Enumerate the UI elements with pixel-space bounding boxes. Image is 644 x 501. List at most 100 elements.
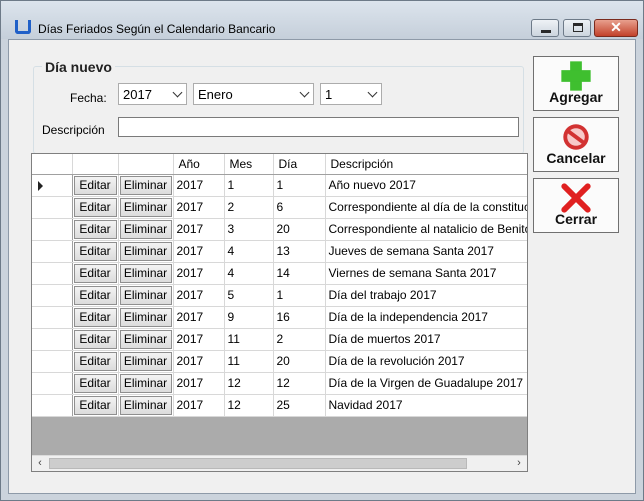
month-cell[interactable]: 2 — [224, 196, 274, 219]
scrollbar-thumb[interactable] — [49, 458, 467, 469]
month-cell[interactable]: 11 — [224, 350, 274, 373]
table-row[interactable]: Editar Eliminar 2017 1 1 Año nuevo 2017 — [32, 174, 527, 197]
table-row[interactable]: Editar Eliminar 2017 5 1 Día del trabajo 2017 — [32, 284, 527, 307]
scroll-left-icon[interactable]: ‹ — [32, 456, 48, 471]
month-cell[interactable]: 1 — [224, 174, 274, 197]
table-row[interactable]: Editar Eliminar 2017 12 12 Día de la Virgen d… — [32, 372, 527, 395]
edit-button[interactable]: Editar — [73, 175, 117, 195]
maximize-button[interactable] — [563, 19, 591, 37]
day-cell[interactable]: 20 — [273, 350, 326, 373]
year-cell[interactable]: 2017 — [173, 240, 225, 263]
day-cell[interactable]: 13 — [273, 240, 326, 263]
row-header[interactable] — [32, 372, 73, 395]
row-header[interactable] — [32, 328, 73, 351]
column-header-year[interactable]: Año — [173, 154, 225, 175]
day-cell[interactable]: 25 — [273, 394, 326, 417]
agregar-button[interactable]: Agregar — [533, 56, 619, 111]
description-cell[interactable]: Año nuevo 2017 — [325, 174, 527, 197]
column-header-delete[interactable] — [118, 154, 174, 175]
year-cell[interactable]: 2017 — [173, 328, 225, 351]
month-cell[interactable]: 5 — [224, 284, 274, 307]
delete-button[interactable]: Eliminar — [119, 219, 172, 239]
holidays-grid[interactable]: Año Mes Día Descripción Editar Eliminar 20… — [31, 153, 528, 472]
description-cell[interactable]: Día de la Virgen de Guadalupe 2017 — [325, 372, 527, 395]
description-cell[interactable]: Navidad 2017 — [325, 394, 527, 417]
day-cell[interactable]: 20 — [273, 218, 326, 241]
delete-button[interactable]: Eliminar — [119, 263, 172, 283]
month-cell[interactable]: 12 — [224, 372, 274, 395]
description-cell[interactable]: Correspondiente al natalicio de Benito J… — [325, 218, 527, 241]
day-cell[interactable]: 14 — [273, 262, 326, 285]
year-cell[interactable]: 2017 — [173, 306, 225, 329]
day-cell[interactable]: 16 — [273, 306, 326, 329]
table-row[interactable]: Editar Eliminar 2017 11 2 Día de muertos 2017 — [32, 328, 527, 351]
table-row[interactable]: Editar Eliminar 2017 4 14 Viernes de semana S… — [32, 262, 527, 285]
edit-button[interactable]: Editar — [73, 329, 117, 349]
row-header[interactable] — [32, 240, 73, 263]
description-cell[interactable]: Día de la revolución 2017 — [325, 350, 527, 373]
cerrar-button[interactable]: Cerrar — [533, 178, 619, 233]
table-row[interactable]: Editar Eliminar 2017 4 13 Jueves de semana Sa… — [32, 240, 527, 263]
month-cell[interactable]: 9 — [224, 306, 274, 329]
month-select[interactable]: Enero — [193, 83, 314, 105]
year-select[interactable]: 2017 — [118, 83, 187, 105]
row-header[interactable] — [32, 218, 73, 241]
year-cell[interactable]: 2017 — [173, 372, 225, 395]
day-cell[interactable]: 2 — [273, 328, 326, 351]
day-cell[interactable]: 6 — [273, 196, 326, 219]
description-cell[interactable]: Día del trabajo 2017 — [325, 284, 527, 307]
column-header-day[interactable]: Día — [273, 154, 326, 175]
year-cell[interactable]: 2017 — [173, 350, 225, 373]
month-cell[interactable]: 3 — [224, 218, 274, 241]
delete-button[interactable]: Eliminar — [119, 329, 172, 349]
delete-button[interactable]: Eliminar — [119, 373, 172, 393]
row-header[interactable] — [32, 174, 73, 197]
title-bar[interactable]: Días Feriados Según el Calendario Bancar… — [1, 1, 643, 39]
table-row[interactable]: Editar Eliminar 2017 3 20 Correspondiente al … — [32, 218, 527, 241]
table-row[interactable]: Editar Eliminar 2017 12 25 Navidad 2017 — [32, 394, 527, 417]
edit-button[interactable]: Editar — [73, 395, 117, 415]
minimize-button[interactable] — [531, 19, 559, 37]
edit-button[interactable]: Editar — [73, 351, 117, 371]
edit-button[interactable]: Editar — [73, 197, 117, 217]
column-header-month[interactable]: Mes — [224, 154, 274, 175]
edit-button[interactable]: Editar — [73, 373, 117, 393]
year-cell[interactable]: 2017 — [173, 196, 225, 219]
description-cell[interactable]: Correspondiente al día de la constitució… — [325, 196, 527, 219]
year-cell[interactable]: 2017 — [173, 284, 225, 307]
table-row[interactable]: Editar Eliminar 2017 9 16 Día de la independe… — [32, 306, 527, 329]
day-cell[interactable]: 12 — [273, 372, 326, 395]
year-cell[interactable]: 2017 — [173, 174, 225, 197]
descripcion-input[interactable] — [118, 117, 519, 137]
delete-button[interactable]: Eliminar — [119, 175, 172, 195]
month-cell[interactable]: 4 — [224, 240, 274, 263]
column-header-edit[interactable] — [72, 154, 119, 175]
description-cell[interactable]: Día de muertos 2017 — [325, 328, 527, 351]
table-row[interactable]: Editar Eliminar 2017 2 6 Correspondiente al d… — [32, 196, 527, 219]
delete-button[interactable]: Eliminar — [119, 395, 172, 415]
cancelar-button[interactable]: Cancelar — [533, 117, 619, 172]
description-cell[interactable]: Viernes de semana Santa 2017 — [325, 262, 527, 285]
row-header[interactable] — [32, 262, 73, 285]
edit-button[interactable]: Editar — [73, 307, 117, 327]
year-cell[interactable]: 2017 — [173, 218, 225, 241]
month-cell[interactable]: 4 — [224, 262, 274, 285]
scroll-right-icon[interactable]: › — [511, 456, 527, 471]
delete-button[interactable]: Eliminar — [119, 307, 172, 327]
description-cell[interactable]: Jueves de semana Santa 2017 — [325, 240, 527, 263]
row-header[interactable] — [32, 350, 73, 373]
row-header[interactable] — [32, 196, 73, 219]
delete-button[interactable]: Eliminar — [119, 241, 172, 261]
edit-button[interactable]: Editar — [73, 263, 117, 283]
column-header-description[interactable]: Descripción — [325, 154, 527, 175]
day-cell[interactable]: 1 — [273, 174, 326, 197]
delete-button[interactable]: Eliminar — [119, 351, 172, 371]
edit-button[interactable]: Editar — [73, 241, 117, 261]
row-header[interactable] — [32, 394, 73, 417]
delete-button[interactable]: Eliminar — [119, 285, 172, 305]
row-header[interactable] — [32, 306, 73, 329]
edit-button[interactable]: Editar — [73, 219, 117, 239]
month-cell[interactable]: 11 — [224, 328, 274, 351]
horizontal-scrollbar[interactable]: ‹ › — [32, 455, 527, 471]
day-cell[interactable]: 1 — [273, 284, 326, 307]
